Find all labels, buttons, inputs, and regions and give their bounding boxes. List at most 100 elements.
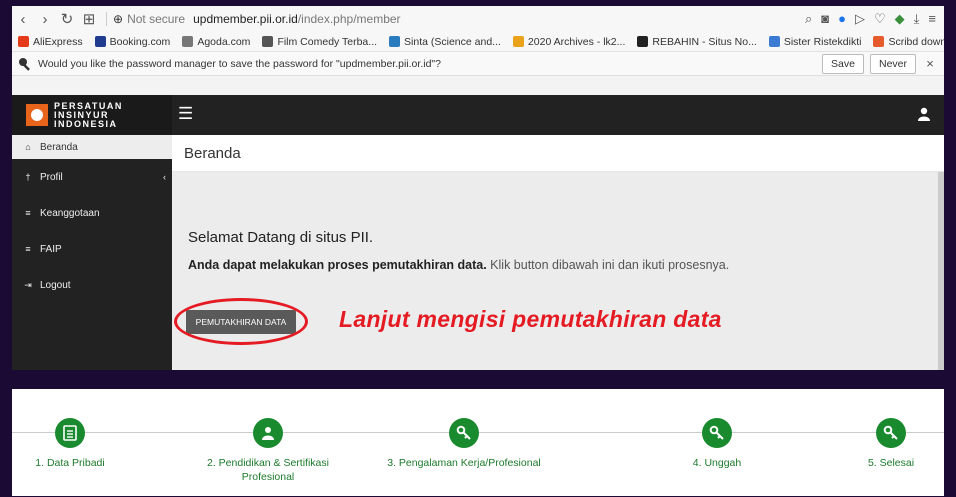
content-header: Beranda — [172, 135, 944, 172]
description-rest: Klik button dibawah ini dan ikuti proses… — [486, 258, 730, 272]
apps-icon[interactable]: ⊞ — [78, 10, 100, 28]
bookmark-label: REBAHIN - Situs No... — [652, 35, 757, 48]
sidebar-item-label: Profil — [40, 171, 63, 183]
url-domain[interactable]: updmember.pii.or.id — [193, 12, 298, 26]
bookmark-label: 2020 Archives - lk2... — [527, 35, 626, 48]
save-password-button[interactable]: Save — [822, 53, 864, 74]
step-5[interactable]: 5. Selesai — [806, 389, 944, 470]
bookmark-icon — [512, 36, 524, 47]
step-label: 2. Pendidikan & Sertifikasi Profesional — [207, 457, 329, 483]
sidebar-item-label: Keanggotaan — [40, 207, 100, 219]
profile-icon: † — [25, 172, 31, 182]
welcome-text: Selamat Datang di situs PII. — [188, 229, 374, 246]
step-2[interactable]: 2. Pendidikan & Sertifikasi Profesional — [183, 389, 353, 484]
step-3[interactable]: 3. Pengalaman Kerja/Profesional — [379, 389, 549, 470]
logo[interactable]: PERSATUAN INSINYUR INDONESIA — [12, 95, 172, 135]
logo-line: INDONESIA — [54, 118, 118, 129]
step-1[interactable]: 1. Data Pribadi — [12, 389, 155, 470]
sidebar-item-profil[interactable]: † Profil ‹ — [12, 159, 172, 195]
main-content: Selamat Datang di situs PII. Anda dapat … — [172, 172, 938, 370]
user-icon[interactable] — [918, 107, 930, 121]
play-icon[interactable]: ▷ — [855, 11, 865, 27]
bookmark-label: Agoda.com — [197, 35, 251, 48]
bookmark-label: Sister Ristekdikti — [783, 35, 862, 48]
step-label: 1. Data Pribadi — [35, 457, 105, 469]
sidebar-item-keanggotaan[interactable]: ≡ Keanggotaan — [12, 195, 172, 231]
sidebar-item-label: Beranda — [40, 141, 78, 153]
extension-icon[interactable]: ◆ — [895, 11, 905, 27]
bookmark-item[interactable]: Sister Ristekdikti — [768, 35, 862, 48]
bookmark-item[interactable]: Scribd download — [873, 36, 944, 48]
list-icon: ≡ — [25, 208, 31, 218]
description-text: Anda dapat melakukan proses pemutakhiran… — [188, 258, 729, 272]
password-prompt-text: Would you like the password manager to s… — [38, 57, 441, 70]
logo-text: PERSATUAN INSINYUR INDONESIA — [54, 101, 123, 129]
reload-icon[interactable]: ↻ — [56, 10, 78, 28]
hamburger-icon[interactable]: ☰ — [178, 104, 193, 124]
bookmark-icon — [873, 36, 885, 47]
download-icon[interactable]: ⤓ — [914, 11, 920, 27]
steps-screenshot: 1. Data Pribadi 2. Pendidikan & Sertifika… — [12, 389, 944, 496]
url-path[interactable]: /index.php/member — [298, 12, 401, 26]
document-icon — [55, 418, 85, 448]
sidebar: ⌂ Beranda † Profil ‹ ≡ Keanggotaan ≡ FAIP ⇥ Logout — [12, 135, 172, 370]
camera-icon[interactable]: ◙ — [821, 11, 829, 27]
bookmarks-bar: AliExpress Booking.com Agoda.com Film Comed… — [12, 32, 944, 52]
step-label: 3. Pengalaman Kerja/Profesional — [387, 457, 541, 469]
bookmark-label: Booking.com — [109, 35, 171, 48]
highlight-oval — [174, 298, 308, 345]
sidebar-item-logout[interactable]: ⇥ Logout — [12, 267, 172, 303]
never-button[interactable]: Never — [869, 53, 916, 74]
close-icon[interactable]: × — [922, 56, 938, 71]
sidebar-item-beranda[interactable]: ⌂ Beranda — [12, 135, 172, 159]
bookmark-item[interactable]: Film Comedy Terba... — [262, 36, 377, 48]
key-icon — [449, 418, 479, 448]
shield-icon[interactable]: ● — [838, 11, 846, 27]
search-icon[interactable]: ⌕ — [805, 11, 812, 27]
heart-icon[interactable]: ♡ — [874, 11, 886, 27]
back-icon[interactable]: ‹ — [12, 11, 34, 28]
chevron-left-icon: ‹ — [163, 172, 166, 182]
sidebar-item-label: FAIP — [40, 243, 62, 255]
bookmark-label: Scribd download — [888, 35, 944, 48]
divider — [106, 12, 107, 26]
sidebar-item-label: Logout — [40, 279, 71, 291]
bookmark-item[interactable]: 2020 Archives - lk2... — [512, 35, 626, 48]
bookmark-icon — [389, 36, 401, 47]
app-topbar: PERSATUAN INSINYUR INDONESIA ☰ — [12, 95, 944, 135]
menu-icon[interactable]: ≡ — [928, 11, 936, 27]
browser-screenshot: ‹ › ↻ ⊞ ⊕ Not secure updmember.pii.or.id… — [12, 6, 944, 370]
bookmark-label: Sinta (Science and... — [404, 35, 501, 48]
bookmark-icon — [768, 36, 780, 47]
bookmark-item[interactable]: Booking.com — [94, 35, 171, 48]
bookmark-item[interactable]: Agoda.com — [182, 36, 250, 48]
bookmark-icon — [94, 36, 106, 47]
logo-mark — [26, 104, 48, 126]
password-prompt-bar: Would you like the password manager to s… — [12, 52, 944, 76]
bookmark-icon — [182, 36, 194, 47]
bookmark-item[interactable]: REBAHIN - Situs No... — [637, 35, 757, 48]
globe-icon: ⊕ — [113, 12, 124, 26]
scrollbar[interactable] — [938, 172, 944, 370]
page-title: Beranda — [184, 145, 241, 162]
step-4[interactable]: 4. Unggah — [632, 389, 802, 470]
home-icon: ⌂ — [25, 142, 31, 152]
step-label: 5. Selesai — [867, 457, 915, 469]
description-bold: Anda dapat melakukan proses pemutakhiran… — [188, 258, 487, 272]
step-label: 4. Unggah — [692, 457, 742, 469]
callout-text: Lanjut mengisi pemutakhiran data — [339, 306, 722, 332]
bookmark-icon — [262, 36, 274, 47]
bookmark-icon — [18, 36, 29, 47]
bookmark-label: AliExpress — [33, 35, 83, 48]
sidebar-item-faip[interactable]: ≡ FAIP — [12, 231, 172, 267]
list-icon: ≡ — [25, 244, 31, 254]
key-icon — [702, 418, 732, 448]
security-label: Not secure — [127, 12, 186, 26]
bookmark-icon — [637, 36, 649, 47]
logout-icon: ⇥ — [24, 279, 32, 290]
forward-icon[interactable]: › — [34, 11, 56, 28]
key-icon — [876, 418, 906, 448]
address-bar: ‹ › ↻ ⊞ ⊕ Not secure updmember.pii.or.id… — [12, 6, 944, 32]
bookmark-item[interactable]: Sinta (Science and... — [389, 36, 501, 48]
bookmark-item[interactable]: AliExpress — [18, 36, 83, 48]
